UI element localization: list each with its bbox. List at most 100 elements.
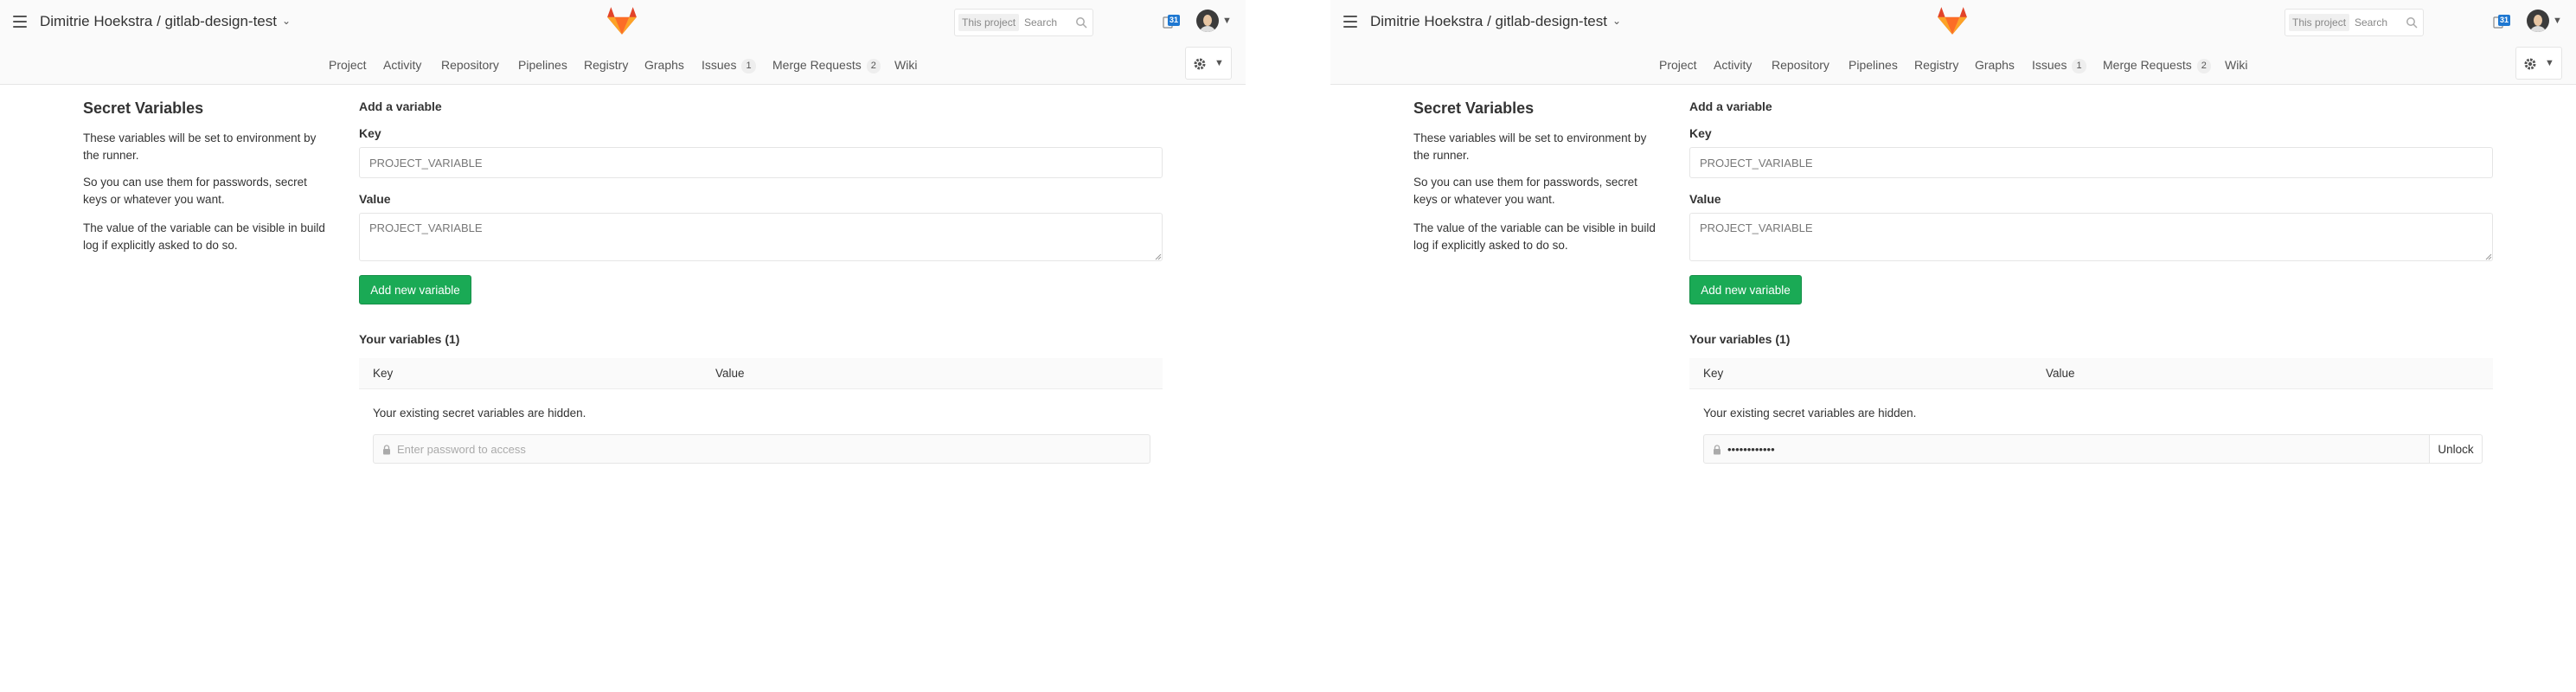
nav-merge-requests[interactable]: Merge Requests 2 bbox=[2103, 58, 2211, 74]
chevron-down-icon[interactable]: ⌄ bbox=[282, 15, 291, 27]
user-avatar[interactable] bbox=[1196, 10, 1219, 32]
your-variables-heading: Your variables (1) bbox=[1689, 332, 1791, 346]
project-title-text[interactable]: Dimitrie Hoekstra / gitlab-design-test bbox=[1370, 13, 1607, 29]
user-avatar[interactable] bbox=[2527, 10, 2549, 32]
variables-table-header: Key Value bbox=[359, 358, 1163, 389]
section-description: So you can use them for passwords, secre… bbox=[83, 176, 307, 206]
nav-label[interactable]: Repository bbox=[441, 58, 499, 72]
nav-registry[interactable]: Registry bbox=[1914, 58, 1958, 72]
nav-activity[interactable]: Activity bbox=[383, 58, 421, 72]
hamburger-menu-icon[interactable] bbox=[13, 16, 27, 28]
chevron-down-icon: ▼ bbox=[1214, 58, 1224, 68]
settings-dropdown-button[interactable]: ▼ bbox=[1185, 47, 1232, 80]
key-label: Key bbox=[359, 126, 381, 140]
section-description: These variables will be set to environme… bbox=[83, 131, 317, 162]
nav-issues[interactable]: Issues 1 bbox=[2032, 58, 2086, 74]
add-variable-heading: Add a variable bbox=[1689, 99, 1772, 113]
gitlab-logo-icon[interactable] bbox=[606, 4, 638, 37]
section-description: These variables will be set to environme… bbox=[1413, 131, 1647, 162]
key-input[interactable] bbox=[359, 147, 1163, 178]
nav-label[interactable]: Issues bbox=[702, 58, 736, 72]
key-label: Key bbox=[1689, 126, 1712, 140]
project-title[interactable]: Dimitrie Hoekstra / gitlab-design-test ⌄ bbox=[40, 13, 291, 30]
top-header: Dimitrie Hoekstra / gitlab-design-test ⌄ … bbox=[0, 0, 1246, 45]
chevron-down-icon: ▼ bbox=[2545, 58, 2554, 68]
nav-repository[interactable]: Repository bbox=[1772, 58, 1829, 72]
todos-count-badge: 31 bbox=[1168, 15, 1180, 26]
project-subnav: Project Activity Repository Pipelines Re… bbox=[0, 45, 1246, 85]
nav-label[interactable]: Activity bbox=[1714, 58, 1752, 72]
issues-count-badge: 1 bbox=[2072, 59, 2086, 74]
nav-label[interactable]: Pipelines bbox=[518, 58, 567, 72]
nav-label[interactable]: Issues bbox=[2032, 58, 2067, 72]
nav-label[interactable]: Activity bbox=[383, 58, 421, 72]
settings-dropdown-button[interactable]: ▼ bbox=[2515, 47, 2562, 80]
resize-handle-icon[interactable] bbox=[1155, 253, 1162, 260]
nav-graphs[interactable]: Graphs bbox=[1975, 58, 2015, 72]
value-textarea[interactable] bbox=[359, 213, 1163, 261]
password-input[interactable] bbox=[1727, 441, 2419, 457]
nav-label[interactable]: Wiki bbox=[894, 58, 917, 72]
nav-label[interactable]: Project bbox=[1659, 58, 1697, 72]
nav-label[interactable]: Wiki bbox=[2225, 58, 2247, 72]
nav-graphs[interactable]: Graphs bbox=[644, 58, 684, 72]
chevron-down-icon[interactable]: ▼ bbox=[2553, 16, 2562, 26]
value-label: Value bbox=[1689, 192, 1721, 206]
section-title: Secret Variables bbox=[83, 99, 204, 117]
resize-handle-icon[interactable] bbox=[2485, 253, 2492, 260]
nav-label[interactable]: Merge Requests bbox=[2103, 58, 2192, 72]
project-title-text[interactable]: Dimitrie Hoekstra / gitlab-design-test bbox=[40, 13, 277, 29]
key-input[interactable] bbox=[1689, 147, 2493, 178]
gitlab-logo-icon[interactable] bbox=[1936, 4, 1969, 37]
nav-label[interactable]: Graphs bbox=[1975, 58, 2015, 72]
password-input[interactable] bbox=[397, 441, 1089, 457]
chevron-down-icon[interactable]: ▼ bbox=[1222, 16, 1232, 26]
nav-activity[interactable]: Activity bbox=[1714, 58, 1752, 72]
nav-label[interactable]: Project bbox=[329, 58, 367, 72]
nav-label[interactable]: Pipelines bbox=[1849, 58, 1898, 72]
nav-registry[interactable]: Registry bbox=[584, 58, 628, 72]
column-header-key: Key bbox=[373, 367, 394, 380]
password-field[interactable] bbox=[373, 434, 1150, 464]
search-icon bbox=[2406, 17, 2418, 29]
add-new-variable-button[interactable]: Add new variable bbox=[1689, 275, 1802, 304]
search-box[interactable]: This project bbox=[954, 9, 1093, 36]
section-title: Secret Variables bbox=[1413, 99, 1535, 117]
section-description: The value of the variable can be visible… bbox=[83, 221, 325, 252]
project-title[interactable]: Dimitrie Hoekstra / gitlab-design-test ⌄ bbox=[1370, 13, 1621, 30]
hamburger-menu-icon[interactable] bbox=[1343, 16, 1357, 28]
add-new-variable-button[interactable]: Add new variable bbox=[359, 275, 471, 304]
search-input[interactable] bbox=[1024, 15, 1076, 30]
nav-issues[interactable]: Issues 1 bbox=[702, 58, 756, 74]
search-box[interactable]: This project bbox=[2284, 9, 2424, 36]
merge-requests-count-badge: 2 bbox=[866, 59, 881, 74]
chevron-down-icon[interactable]: ⌄ bbox=[1612, 15, 1621, 27]
right-state-screen: Dimitrie Hoekstra / gitlab-design-test ⌄ … bbox=[1330, 0, 2576, 692]
nav-pipelines[interactable]: Pipelines bbox=[518, 58, 567, 72]
merge-requests-count-badge: 2 bbox=[2196, 59, 2211, 74]
nav-wiki[interactable]: Wiki bbox=[894, 58, 917, 72]
nav-merge-requests[interactable]: Merge Requests 2 bbox=[772, 58, 881, 74]
nav-project[interactable]: Project bbox=[1659, 58, 1697, 72]
top-header: Dimitrie Hoekstra / gitlab-design-test ⌄ … bbox=[1330, 0, 2576, 45]
section-description: The value of the variable can be visible… bbox=[1413, 221, 1656, 252]
search-scope-badge: This project bbox=[2289, 14, 2350, 31]
password-field[interactable]: Unlock bbox=[1703, 434, 2483, 464]
section-description: So you can use them for passwords, secre… bbox=[1413, 176, 1637, 206]
nav-label[interactable]: Merge Requests bbox=[772, 58, 862, 72]
todos-icon[interactable]: 31 bbox=[2493, 14, 2514, 31]
nav-label[interactable]: Repository bbox=[1772, 58, 1829, 72]
project-subnav: Project Activity Repository Pipelines Re… bbox=[1330, 45, 2576, 85]
unlock-button[interactable]: Unlock bbox=[2429, 434, 2483, 464]
nav-label[interactable]: Graphs bbox=[644, 58, 684, 72]
todos-count-badge: 31 bbox=[2498, 15, 2510, 26]
nav-label[interactable]: Registry bbox=[1914, 58, 1958, 72]
search-input[interactable] bbox=[2355, 15, 2406, 30]
todos-icon[interactable]: 31 bbox=[1163, 14, 1183, 31]
nav-repository[interactable]: Repository bbox=[441, 58, 499, 72]
value-textarea[interactable] bbox=[1689, 213, 2493, 261]
nav-pipelines[interactable]: Pipelines bbox=[1849, 58, 1898, 72]
nav-wiki[interactable]: Wiki bbox=[2225, 58, 2247, 72]
nav-label[interactable]: Registry bbox=[584, 58, 628, 72]
nav-project[interactable]: Project bbox=[329, 58, 367, 72]
